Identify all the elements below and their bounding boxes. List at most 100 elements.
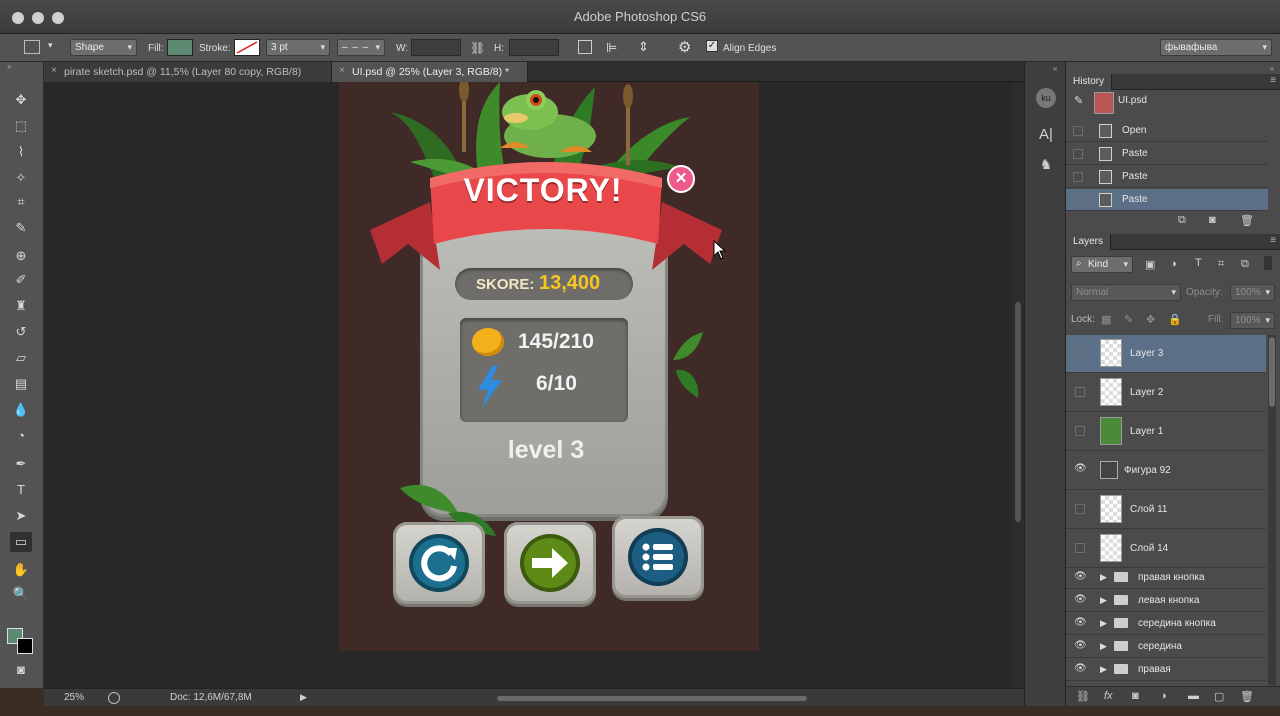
collapse-tools-icon[interactable]: » — [7, 62, 11, 71]
lock-image-icon[interactable]: ✎ — [1124, 313, 1133, 326]
fx-icon[interactable]: fx — [1104, 690, 1113, 702]
panel-menu-icon[interactable]: ≡ — [1270, 235, 1276, 246]
document-tab-active[interactable]: × UI.psd @ 25% (Layer 3, RGB/8) * — [332, 62, 528, 82]
eyedropper-tool-icon[interactable]: ✎ — [10, 218, 32, 238]
layer-row[interactable]: Layer 2 — [1066, 374, 1266, 412]
expand-group-icon[interactable]: ▶ — [1100, 664, 1107, 675]
hand-tool-icon[interactable]: ✋ — [10, 560, 32, 580]
dodge-tool-icon[interactable]: ◔ — [10, 426, 32, 446]
path-arrangement-icon[interactable]: ⇕ — [638, 39, 649, 55]
layer-row[interactable]: Слой 14 — [1066, 530, 1266, 568]
history-tab[interactable]: History — [1066, 74, 1113, 90]
lock-position-icon[interactable]: ✥ — [1146, 313, 1155, 326]
vertical-scrollbar[interactable] — [1012, 82, 1024, 688]
rectangle-tool-icon[interactable]: ▭ — [10, 532, 32, 552]
layer-filter-select[interactable]: ⌕ Kind — [1071, 256, 1133, 273]
visibility-off-box[interactable] — [1075, 504, 1085, 514]
marquee-tool-icon[interactable]: ⬚ — [10, 116, 32, 136]
close-dialog-button[interactable]: × — [667, 165, 695, 193]
expand-group-icon[interactable]: ▶ — [1100, 595, 1107, 606]
eye-icon[interactable]: 👁 — [1074, 463, 1087, 474]
replay-button[interactable] — [393, 522, 485, 604]
type-tool-icon[interactable]: T — [10, 480, 32, 500]
gradient-tool-icon[interactable]: ▤ — [10, 374, 32, 394]
layers-scrollbar[interactable] — [1268, 335, 1276, 685]
history-brush-tool-icon[interactable]: ↺ — [10, 322, 32, 342]
layer-row[interactable]: Layer 1 — [1066, 413, 1266, 451]
add-mask-icon[interactable]: ◙ — [1132, 690, 1139, 702]
next-button[interactable] — [504, 522, 596, 604]
filter-type-icon[interactable]: T — [1195, 257, 1202, 269]
gear-icon[interactable]: ⚙ — [678, 38, 691, 56]
expand-group-icon[interactable]: ▶ — [1100, 641, 1107, 652]
history-checkbox[interactable] — [1073, 195, 1083, 205]
status-menu-arrow-icon[interactable]: ▶ — [300, 692, 307, 703]
link-layers-icon[interactable]: ⛓ — [1076, 690, 1090, 703]
history-checkbox[interactable] — [1073, 149, 1083, 159]
height-field[interactable] — [509, 39, 559, 56]
eye-icon[interactable]: 👁 — [1074, 571, 1087, 582]
history-item[interactable]: Open — [1066, 120, 1268, 142]
filter-toggle[interactable] — [1264, 256, 1272, 270]
fill-swatch[interactable] — [167, 39, 193, 56]
layer-group-row[interactable]: 👁 ▶ середина кнопка — [1066, 612, 1266, 635]
brush-tool-icon[interactable]: ✐ — [10, 270, 32, 290]
rectangle-tool-preset-icon[interactable] — [24, 40, 40, 54]
filter-pixel-icon[interactable]: ▣ — [1145, 258, 1155, 271]
history-checkbox[interactable] — [1073, 172, 1083, 182]
eye-icon[interactable]: 👁 — [1074, 640, 1087, 651]
history-checkbox[interactable] — [1073, 126, 1083, 136]
clone-stamp-tool-icon[interactable]: ♜ — [10, 296, 32, 316]
blend-mode-select[interactable]: Normal — [1071, 284, 1181, 301]
opacity-field[interactable]: 100% — [1230, 284, 1275, 301]
history-brush-source-icon[interactable]: ✎ — [1074, 94, 1083, 107]
filter-shape-icon[interactable]: ⌗ — [1218, 258, 1224, 271]
history-snapshot[interactable]: ✎ UI.psd — [1066, 90, 1268, 118]
lasso-tool-icon[interactable]: ⌇ — [10, 142, 32, 162]
visibility-off-box[interactable] — [1075, 348, 1085, 358]
zoom-level[interactable]: 25% — [64, 692, 84, 703]
filter-adjustment-icon[interactable]: ◑ — [1170, 258, 1177, 270]
layer-group-row[interactable]: 👁 ▶ левая кнопка — [1066, 589, 1266, 612]
camera-icon[interactable]: ◙ — [1209, 214, 1216, 226]
collapse-panels-icon[interactable]: » — [1270, 64, 1274, 73]
new-group-icon[interactable]: ▬ — [1188, 690, 1199, 702]
status-info-icon[interactable] — [108, 692, 120, 704]
layers-tab[interactable]: Layers — [1066, 234, 1112, 250]
visibility-off-box[interactable] — [1075, 426, 1085, 436]
align-edges-checkbox[interactable]: ✓ — [706, 40, 718, 52]
link-icon[interactable]: ⛓ — [470, 41, 485, 55]
stroke-width-select[interactable]: 3 pt — [266, 39, 330, 56]
tool-mode-select[interactable]: Shape — [70, 39, 137, 56]
new-layer-icon[interactable]: ▢ — [1214, 690, 1224, 703]
blur-tool-icon[interactable]: 💧 — [10, 400, 32, 420]
workspace-select[interactable]: фывафыва — [1160, 39, 1272, 56]
visibility-off-box[interactable] — [1075, 387, 1085, 397]
tool-presets-icon[interactable]: ♞ — [1036, 156, 1056, 176]
layer-row[interactable]: Слой 11 — [1066, 491, 1266, 529]
layer-row[interactable]: 👁 Фигура 92 — [1066, 452, 1266, 490]
background-color-swatch[interactable] — [17, 638, 33, 654]
layer-group-row[interactable]: 👁 ▶ правая кнопка — [1066, 566, 1266, 589]
healing-brush-tool-icon[interactable]: ⊕ — [10, 246, 32, 266]
fill-field[interactable]: 100% — [1230, 312, 1275, 329]
stroke-swatch[interactable] — [234, 39, 260, 56]
close-tab-icon[interactable]: × — [51, 65, 57, 76]
filter-smart-object-icon[interactable]: ⧉ — [1241, 258, 1249, 271]
expand-group-icon[interactable]: ▶ — [1100, 572, 1107, 583]
menu-button[interactable] — [612, 516, 704, 598]
history-item[interactable]: Paste — [1066, 166, 1268, 188]
character-panel-icon[interactable]: A| — [1036, 126, 1056, 146]
move-tool-icon[interactable]: ✥ — [10, 90, 32, 110]
kuler-icon[interactable]: ku — [1036, 88, 1056, 108]
layer-row-selected[interactable]: Layer 3 — [1066, 335, 1266, 373]
magic-wand-tool-icon[interactable]: ✧ — [10, 168, 32, 188]
collapse-dock-icon[interactable]: « — [1053, 64, 1057, 73]
history-item[interactable]: Paste — [1066, 143, 1268, 165]
lock-transparent-icon[interactable]: ▦ — [1101, 313, 1111, 326]
lock-all-icon[interactable]: 🔒 — [1168, 313, 1182, 326]
layer-group-row[interactable]: 👁 ▶ правая — [1066, 658, 1266, 681]
path-operations-icon[interactable] — [578, 40, 592, 54]
trash-icon[interactable]: 🗑 — [1240, 690, 1254, 703]
preset-chevron-icon[interactable]: ▾ — [48, 40, 53, 51]
